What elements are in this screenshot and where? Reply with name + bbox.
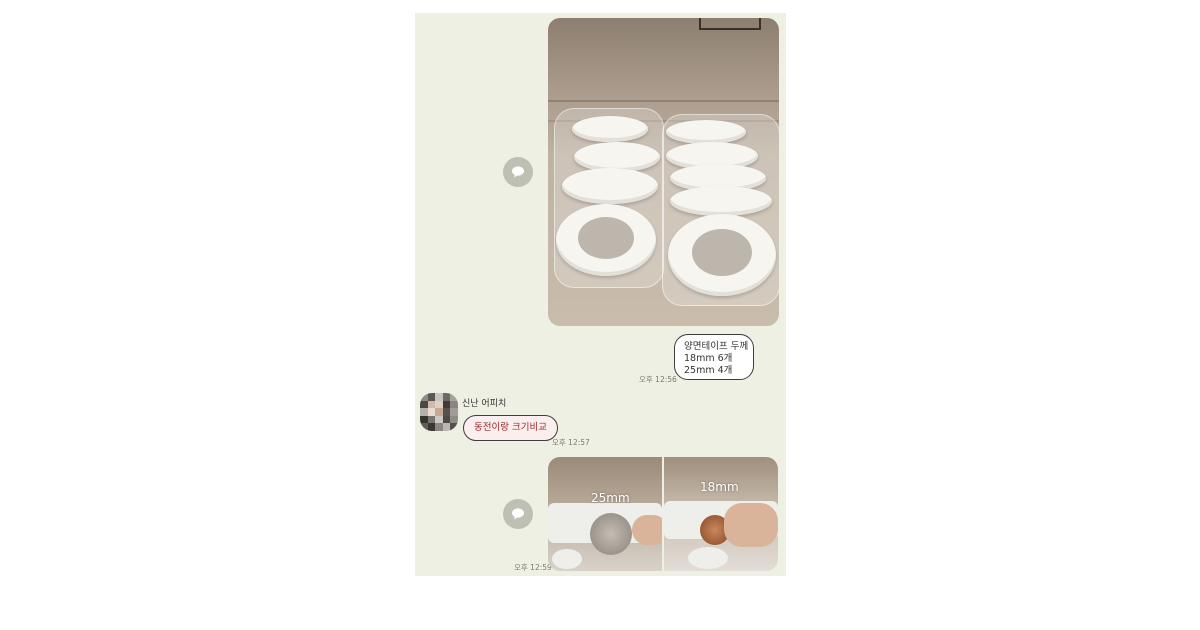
box-edge [548, 100, 779, 102]
bubble-line: 25mm 4개 [684, 365, 733, 376]
size-caption: 18mm [700, 480, 739, 494]
share-icon[interactable] [503, 499, 533, 529]
tape-info-bubble[interactable]: 양면테이프 두께 18mm 6개 25mm 4개 [674, 334, 754, 380]
tape-stack-photo[interactable] [548, 18, 779, 326]
tape-roll [688, 547, 728, 569]
bubble-line: 양면테이프 두께 [684, 341, 749, 352]
message-time: 오후 12:57 [552, 438, 590, 447]
bubble-text: 동전이랑 크기비교 [474, 422, 547, 433]
avatar[interactable] [420, 393, 458, 431]
finger [632, 515, 662, 545]
box-print [699, 18, 761, 30]
size-caption: 25mm [591, 491, 630, 505]
sender-name: 신난 어피치 [462, 399, 507, 409]
finger [724, 503, 778, 547]
chat-room: 오후 12:56 양면테이프 두께 18mm 6개 25mm 4개 신난 어피치… [415, 13, 786, 576]
plastic-wrap [662, 114, 779, 306]
message-time: 오후 12:59 [514, 563, 552, 572]
message-time: 오후 12:56 [639, 375, 677, 384]
coin-compare-bubble[interactable]: 동전이랑 크기비교 [463, 415, 558, 441]
plastic-wrap [554, 108, 664, 288]
bubble-line: 18mm 6개 [684, 353, 733, 364]
coin [590, 513, 632, 555]
coin-18mm-photo[interactable]: 18mm [664, 457, 778, 571]
coin-25mm-photo[interactable]: 25mm [548, 457, 662, 571]
tape-roll [552, 549, 582, 569]
share-icon[interactable] [503, 157, 533, 187]
